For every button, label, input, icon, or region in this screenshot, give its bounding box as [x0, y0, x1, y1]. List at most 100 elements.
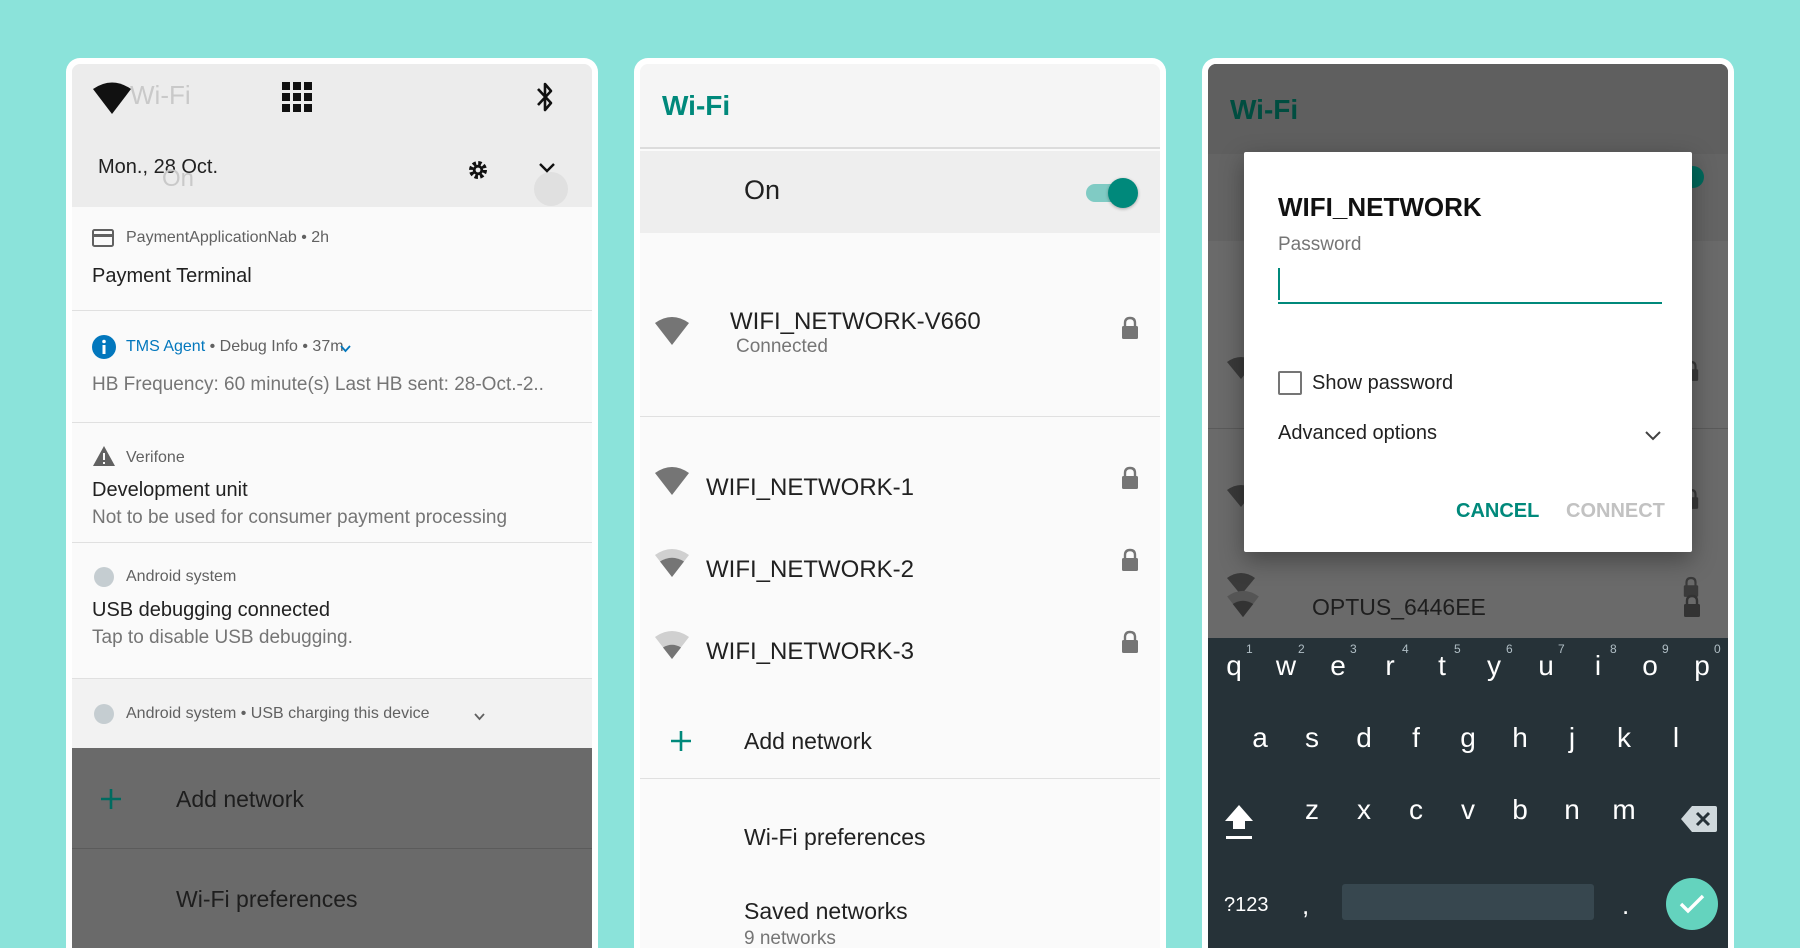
saved-networks-label: Saved networks [744, 898, 908, 924]
key-a[interactable]: a [1234, 722, 1286, 754]
network-name: WIFI_NETWORK-V660 [730, 308, 981, 335]
advanced-options-label: Advanced options [1278, 422, 1438, 444]
divider [640, 416, 1160, 417]
dimmed-app-bar: Wi-Fi [1208, 64, 1728, 154]
enter-key[interactable] [1666, 878, 1718, 930]
expand-chevron-icon[interactable] [340, 345, 351, 353]
wifi-signal-full-icon [655, 317, 689, 345]
cancel-button[interactable]: CANCEL [1456, 500, 1539, 523]
key-x[interactable]: x [1338, 794, 1390, 826]
key-hint-8: 8 [1610, 642, 1617, 656]
chevron-down-icon[interactable] [538, 162, 556, 174]
spacebar-key[interactable] [1342, 884, 1594, 920]
comma-key[interactable]: , [1302, 890, 1309, 921]
ghost-wifi-title: Wi-Fi [130, 80, 191, 110]
password-input[interactable] [1278, 264, 1662, 304]
phone-frame-password-dialog: Wi-Fi OPTUS_6446EE WIFI_NETWORK Password… [1202, 58, 1734, 948]
network-status: Connected [736, 336, 828, 357]
key-b[interactable]: b [1494, 794, 1546, 826]
on-screen-keyboard: q1w2e3r4t5y6u7i8o9p0 asdfghjkl zxcvbnm ?… [1208, 638, 1728, 948]
key-hint-5: 5 [1454, 642, 1461, 656]
key-v[interactable]: v [1442, 794, 1494, 826]
card-icon [92, 229, 114, 247]
wifi-icon[interactable] [92, 82, 132, 116]
notification-body: Not to be used for consumer payment proc… [92, 507, 508, 528]
notification-usb-charging[interactable]: Android system • USB charging this devic… [72, 679, 592, 748]
advanced-options-row[interactable]: Advanced options [1278, 422, 1662, 452]
warning-icon [93, 446, 115, 466]
wifi-toggle-knob[interactable] [1108, 178, 1138, 208]
wifi-preferences-label: Wi-Fi preferences [744, 824, 926, 850]
phone-frame-notifications: Wi-Fi Mon., 28 Oct. On PaymentApplicatio… [66, 58, 598, 948]
key-g[interactable]: g [1442, 722, 1494, 754]
network-name: WIFI_NETWORK-1 [706, 474, 914, 501]
wifi-toggle-label: On [744, 175, 781, 205]
bluetooth-icon[interactable] [534, 80, 556, 114]
period-key[interactable]: . [1622, 890, 1629, 921]
notification-meta-details: • Debug Info • 37m [205, 338, 344, 355]
notification-usb-debugging[interactable]: Android system USB debugging connected T… [72, 543, 592, 679]
apps-grid-icon[interactable] [280, 80, 314, 114]
connect-button[interactable]: CONNECT [1566, 500, 1665, 523]
saved-networks-count: 9 networks [744, 928, 836, 948]
network-item[interactable]: WIFI_NETWORK-3 [640, 628, 1160, 678]
dimmed-divider [72, 848, 592, 849]
network-item[interactable]: WIFI_NETWORK-1 [640, 464, 1160, 514]
key-hint-1: 1 [1246, 642, 1253, 656]
notification-verifone[interactable]: Verifone Development unit Not to be used… [72, 423, 592, 543]
show-password-checkbox[interactable] [1278, 371, 1302, 395]
ghost-toggle-knob [534, 172, 568, 206]
saved-networks-item[interactable]: Saved networks 9 networks [640, 894, 1160, 948]
key-z[interactable]: z [1286, 794, 1338, 826]
lock-icon [1122, 630, 1138, 653]
lock-icon [1122, 466, 1138, 489]
notification-title: Payment Terminal [92, 265, 252, 287]
notification-shade-screen: Wi-Fi Mon., 28 Oct. On PaymentApplicatio… [72, 64, 592, 948]
notification-payment[interactable]: PaymentApplicationNab • 2h Payment Termi… [72, 207, 592, 311]
dimmed-page-title: Wi-Fi [1230, 94, 1299, 125]
lock-icon [1122, 316, 1138, 339]
show-password-checkbox-row[interactable]: Show password [1278, 370, 1478, 398]
settings-gear-icon[interactable] [466, 158, 490, 182]
wifi-preferences-item[interactable]: Wi-Fi preferences [640, 818, 1160, 868]
app-bar: Wi-Fi [640, 64, 1160, 149]
wifi-toggle-row[interactable]: On [640, 151, 1160, 233]
notification-meta: PaymentApplicationNab • 2h [126, 229, 330, 246]
key-m[interactable]: m [1598, 794, 1650, 826]
backspace-icon[interactable] [1680, 804, 1718, 834]
key-k[interactable]: k [1598, 722, 1650, 754]
key-hint-4: 4 [1402, 642, 1409, 656]
key-l[interactable]: l [1650, 722, 1702, 754]
network-item-connected[interactable]: WIFI_NETWORK-V660 Connected [640, 302, 1160, 366]
dimmed-lock-icon [1684, 594, 1700, 617]
phone-frame-wifi-list: Wi-Fi On WIFI_NETWORK-V660 Connected WIF… [634, 58, 1166, 948]
key-n[interactable]: n [1546, 794, 1598, 826]
key-f[interactable]: f [1390, 722, 1442, 754]
key-s[interactable]: s [1286, 722, 1338, 754]
key-j[interactable]: j [1546, 722, 1598, 754]
add-network-button[interactable]: Add network [640, 716, 1160, 766]
password-dialog-screen: Wi-Fi OPTUS_6446EE WIFI_NETWORK Password… [1208, 64, 1728, 948]
network-name: WIFI_NETWORK-2 [706, 556, 914, 583]
network-item[interactable]: WIFI_NETWORK-2 [640, 546, 1160, 596]
quick-settings-header: Wi-Fi Mon., 28 Oct. On [72, 64, 592, 207]
key-c[interactable]: c [1390, 794, 1442, 826]
symbols-key[interactable]: ?123 [1224, 894, 1269, 917]
shift-icon[interactable] [1222, 802, 1256, 842]
key-hint-9: 9 [1662, 642, 1669, 656]
text-cursor [1278, 268, 1280, 300]
android-system-icon [94, 704, 114, 724]
wifi-signal-low-icon [655, 631, 689, 659]
notification-meta: Android system • USB charging this devic… [126, 705, 430, 722]
ghost-on-label: On [162, 165, 195, 192]
notification-app-name: TMS Agent [126, 338, 206, 355]
key-h[interactable]: h [1494, 722, 1546, 754]
notification-body: HB Frequency: 60 minute(s) Last HB sent:… [92, 374, 544, 395]
key-hint-6: 6 [1506, 642, 1513, 656]
expand-chevron-icon[interactable] [474, 713, 485, 721]
notification-tms-agent[interactable]: TMS Agent • Debug Info • 37m HB Frequenc… [72, 311, 592, 423]
wifi-settings-screen: Wi-Fi On WIFI_NETWORK-V660 Connected WIF… [640, 64, 1160, 948]
dialog-title: WIFI_NETWORK [1278, 192, 1482, 222]
wifi-signal-full-icon [655, 467, 689, 495]
key-d[interactable]: d [1338, 722, 1390, 754]
